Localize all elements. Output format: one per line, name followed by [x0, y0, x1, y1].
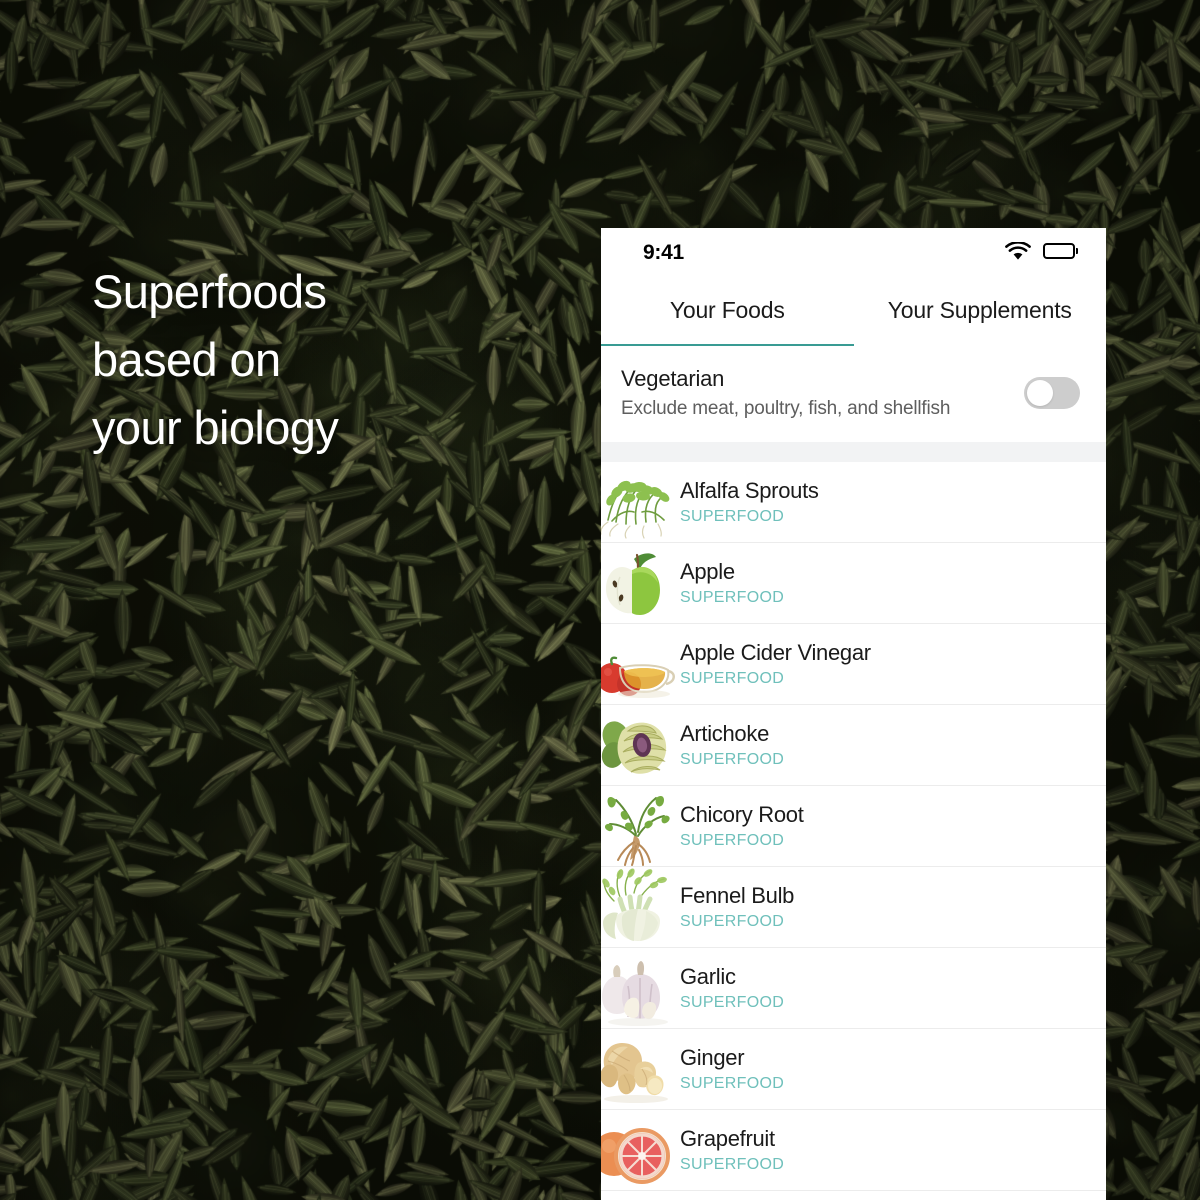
- food-item-name: Alfalfa Sprouts: [680, 477, 819, 505]
- vegetarian-preference-subtitle: Exclude meat, poultry, fish, and shellfi…: [621, 395, 1024, 423]
- vegetarian-preference-row[interactable]: Vegetarian Exclude meat, poultry, fish, …: [601, 346, 1106, 442]
- food-list-item[interactable]: Ginger SUPERFOOD: [601, 1029, 1106, 1110]
- food-list-item[interactable]: Artichoke SUPERFOOD: [601, 705, 1106, 786]
- ginger-thumb: [601, 1029, 678, 1110]
- food-item-info: Ginger SUPERFOOD: [678, 1044, 784, 1095]
- food-item-name: Ginger: [680, 1044, 784, 1072]
- garlic-thumb: [601, 948, 678, 1029]
- food-item-name: Garlic: [680, 963, 784, 991]
- vegetarian-preference-text: Vegetarian Exclude meat, poultry, fish, …: [621, 364, 1024, 423]
- vegetarian-preference-title: Vegetarian: [621, 364, 1024, 394]
- wifi-icon: [1005, 242, 1031, 261]
- food-item-tag: SUPERFOOD: [680, 992, 784, 1014]
- food-item-tag: SUPERFOOD: [680, 1154, 784, 1176]
- tab-your-supplements[interactable]: Your Supplements: [854, 274, 1107, 346]
- food-item-name: Fennel Bulb: [680, 882, 794, 910]
- food-item-info: Apple SUPERFOOD: [678, 558, 784, 609]
- food-item-info: Chicory Root SUPERFOOD: [678, 801, 804, 852]
- toggle-knob: [1027, 380, 1053, 406]
- tab-your-supplements-label: Your Supplements: [888, 297, 1072, 324]
- food-list-item[interactable]: Garlic SUPERFOOD: [601, 948, 1106, 1029]
- headline-line-3: your biology: [92, 394, 562, 462]
- food-item-name: Chicory Root: [680, 801, 804, 829]
- food-item-name: Apple Cider Vinegar: [680, 639, 871, 667]
- food-item-tag: SUPERFOOD: [680, 749, 784, 771]
- grapefruit-thumb: [601, 1110, 678, 1191]
- food-list-item[interactable]: Apple Cider Vinegar SUPERFOOD: [601, 624, 1106, 705]
- food-list-item[interactable]: Fennel Bulb SUPERFOOD: [601, 867, 1106, 948]
- food-item-name: Apple: [680, 558, 784, 586]
- food-list-item[interactable]: Chicory Root SUPERFOOD: [601, 786, 1106, 867]
- tab-your-foods[interactable]: Your Foods: [601, 274, 854, 346]
- chicory-root-thumb: [601, 786, 678, 867]
- food-item-info: Garlic SUPERFOOD: [678, 963, 784, 1014]
- food-item-tag: SUPERFOOD: [680, 1073, 784, 1095]
- food-item-name: Grapefruit: [680, 1125, 784, 1153]
- phone-screen: 9:41 Your Foods Your Supplements Vegetar…: [601, 228, 1106, 1200]
- vegetarian-toggle-switch[interactable]: [1024, 377, 1080, 409]
- food-item-info: Grapefruit SUPERFOOD: [678, 1125, 784, 1176]
- food-list-item[interactable]: Alfalfa Sprouts SUPERFOOD: [601, 462, 1106, 543]
- apple-thumb: [601, 543, 678, 624]
- food-list: Alfalfa Sprouts SUPERFOOD Apple SUPERFOOD …: [601, 462, 1106, 1191]
- food-item-info: Fennel Bulb SUPERFOOD: [678, 882, 794, 933]
- food-list-item[interactable]: Apple SUPERFOOD: [601, 543, 1106, 624]
- food-item-tag: SUPERFOOD: [680, 911, 794, 933]
- tab-your-foods-label: Your Foods: [670, 297, 785, 324]
- headline-line-2: based on: [92, 326, 562, 394]
- apple-cider-vinegar-thumb: [601, 624, 678, 705]
- food-item-tag: SUPERFOOD: [680, 506, 819, 528]
- tab-bar: Your Foods Your Supplements: [601, 274, 1106, 346]
- tab-active-indicator: [601, 344, 854, 346]
- alfalfa-sprouts-thumb: [601, 462, 678, 543]
- food-item-name: Artichoke: [680, 720, 784, 748]
- food-item-tag: SUPERFOOD: [680, 830, 804, 852]
- section-separator-band: [601, 442, 1106, 462]
- food-item-info: Alfalfa Sprouts SUPERFOOD: [678, 477, 819, 528]
- page-headline: Superfoods based on your biology: [92, 258, 562, 462]
- battery-full-icon: [1043, 243, 1079, 259]
- status-bar-time: 9:41: [643, 242, 684, 263]
- artichoke-thumb: [601, 705, 678, 786]
- headline-line-1: Superfoods: [92, 258, 562, 326]
- tab-inactive-indicator: [854, 344, 1107, 346]
- fennel-bulb-thumb: [601, 867, 678, 948]
- food-item-info: Apple Cider Vinegar SUPERFOOD: [678, 639, 871, 690]
- food-item-tag: SUPERFOOD: [680, 587, 784, 609]
- food-item-tag: SUPERFOOD: [680, 668, 871, 690]
- food-item-info: Artichoke SUPERFOOD: [678, 720, 784, 771]
- status-bar: 9:41: [601, 228, 1106, 274]
- food-list-item[interactable]: Grapefruit SUPERFOOD: [601, 1110, 1106, 1191]
- status-bar-indicators: [1005, 242, 1079, 261]
